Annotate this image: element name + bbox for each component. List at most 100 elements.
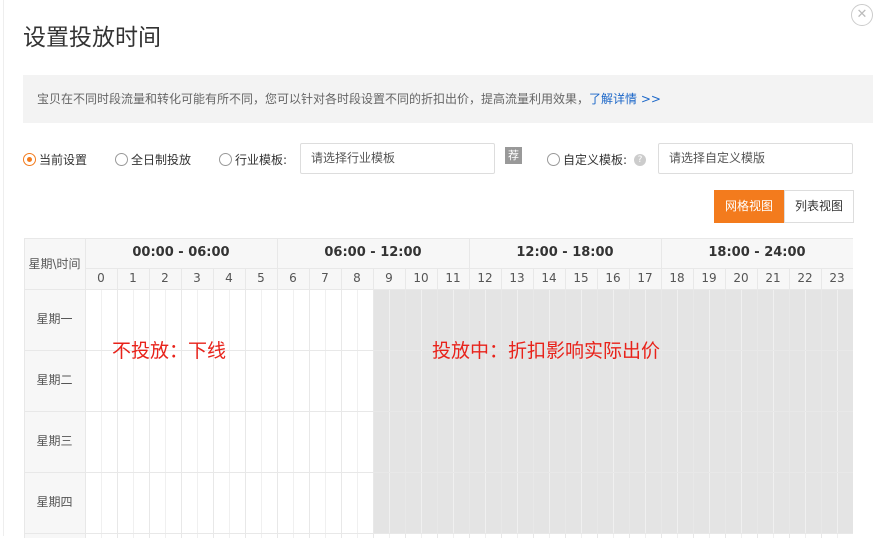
time-cell[interactable] [229, 472, 245, 533]
time-cell[interactable] [357, 289, 373, 350]
time-cell[interactable] [533, 411, 549, 472]
time-cell[interactable] [773, 411, 789, 472]
time-cell[interactable] [805, 411, 821, 472]
time-cell[interactable] [725, 411, 741, 472]
time-cell[interactable] [757, 350, 773, 411]
industry-template-select[interactable]: 请选择行业模板 [300, 143, 495, 174]
time-cell[interactable] [837, 289, 853, 350]
time-cell[interactable] [85, 350, 101, 411]
time-cell[interactable] [661, 289, 677, 350]
time-cell[interactable] [101, 472, 117, 533]
time-cell[interactable] [757, 289, 773, 350]
time-cell[interactable] [485, 472, 501, 533]
time-cell[interactable] [741, 289, 757, 350]
time-cell[interactable] [197, 411, 213, 472]
time-cell[interactable] [277, 472, 293, 533]
time-cell[interactable] [133, 472, 149, 533]
time-cell[interactable] [725, 350, 741, 411]
time-cell[interactable] [197, 472, 213, 533]
time-cell[interactable] [725, 289, 741, 350]
time-cell[interactable] [709, 350, 725, 411]
time-cell[interactable] [293, 472, 309, 533]
time-cell[interactable] [341, 289, 357, 350]
time-cell[interactable] [341, 350, 357, 411]
radio-allday[interactable]: 全日制投放 [115, 151, 191, 168]
time-cell[interactable] [149, 411, 165, 472]
time-cell[interactable] [85, 411, 101, 472]
time-cell[interactable] [837, 350, 853, 411]
time-cell[interactable] [293, 350, 309, 411]
time-cell[interactable] [117, 472, 133, 533]
time-cell[interactable] [341, 411, 357, 472]
time-cell[interactable] [357, 472, 373, 533]
time-cell[interactable] [373, 472, 389, 533]
time-cell[interactable] [389, 289, 405, 350]
time-cell[interactable] [245, 350, 261, 411]
time-cell[interactable] [501, 472, 517, 533]
time-cell[interactable] [261, 411, 277, 472]
time-cell[interactable] [101, 411, 117, 472]
time-cell[interactable] [165, 472, 181, 533]
radio-current[interactable]: 当前设置 [23, 151, 87, 168]
time-cell[interactable] [213, 472, 229, 533]
time-cell[interactable] [709, 472, 725, 533]
time-cell[interactable] [661, 411, 677, 472]
time-cell[interactable] [709, 411, 725, 472]
time-cell[interactable] [549, 472, 565, 533]
time-cell[interactable] [357, 411, 373, 472]
time-cell[interactable] [645, 472, 661, 533]
time-cell[interactable] [709, 289, 725, 350]
time-cell[interactable] [181, 411, 197, 472]
time-cell[interactable] [261, 350, 277, 411]
time-cell[interactable] [837, 472, 853, 533]
time-cell[interactable] [741, 411, 757, 472]
time-cell[interactable] [437, 411, 453, 472]
radio-industry[interactable]: 行业模板: [219, 151, 287, 168]
time-cell[interactable] [485, 411, 501, 472]
time-cell[interactable] [613, 411, 629, 472]
time-cell[interactable] [501, 411, 517, 472]
time-cell[interactable] [773, 472, 789, 533]
time-cell[interactable] [117, 411, 133, 472]
time-cell[interactable] [741, 350, 757, 411]
time-cell[interactable] [277, 411, 293, 472]
time-cell[interactable] [149, 472, 165, 533]
time-cell[interactable] [421, 472, 437, 533]
time-cell[interactable] [309, 411, 325, 472]
time-cell[interactable] [405, 350, 421, 411]
time-cell[interactable] [693, 411, 709, 472]
time-cell[interactable] [453, 472, 469, 533]
time-cell[interactable] [821, 350, 837, 411]
time-cell[interactable] [517, 472, 533, 533]
time-cell[interactable] [277, 289, 293, 350]
time-cell[interactable] [213, 411, 229, 472]
time-cell[interactable] [293, 289, 309, 350]
time-cell[interactable] [325, 289, 341, 350]
time-cell[interactable] [677, 350, 693, 411]
time-cell[interactable] [309, 472, 325, 533]
time-cell[interactable] [597, 411, 613, 472]
time-cell[interactable] [325, 350, 341, 411]
time-cell[interactable] [613, 472, 629, 533]
radio-custom[interactable]: 自定义模板:? [547, 151, 647, 168]
time-cell[interactable] [165, 411, 181, 472]
time-cell[interactable] [133, 411, 149, 472]
time-cell[interactable] [821, 472, 837, 533]
time-cell[interactable] [693, 472, 709, 533]
time-cell[interactable] [373, 411, 389, 472]
time-cell[interactable] [405, 472, 421, 533]
time-cell[interactable] [373, 350, 389, 411]
time-cell[interactable] [325, 472, 341, 533]
time-cell[interactable] [421, 411, 437, 472]
time-cell[interactable] [277, 350, 293, 411]
time-cell[interactable] [437, 472, 453, 533]
list-view-button[interactable]: 列表视图 [784, 190, 855, 223]
time-cell[interactable] [661, 472, 677, 533]
time-cell[interactable] [293, 411, 309, 472]
time-cell[interactable] [677, 289, 693, 350]
time-cell[interactable] [677, 411, 693, 472]
time-cell[interactable] [693, 350, 709, 411]
time-cell[interactable] [789, 472, 805, 533]
time-cell[interactable] [261, 289, 277, 350]
time-cell[interactable] [325, 411, 341, 472]
